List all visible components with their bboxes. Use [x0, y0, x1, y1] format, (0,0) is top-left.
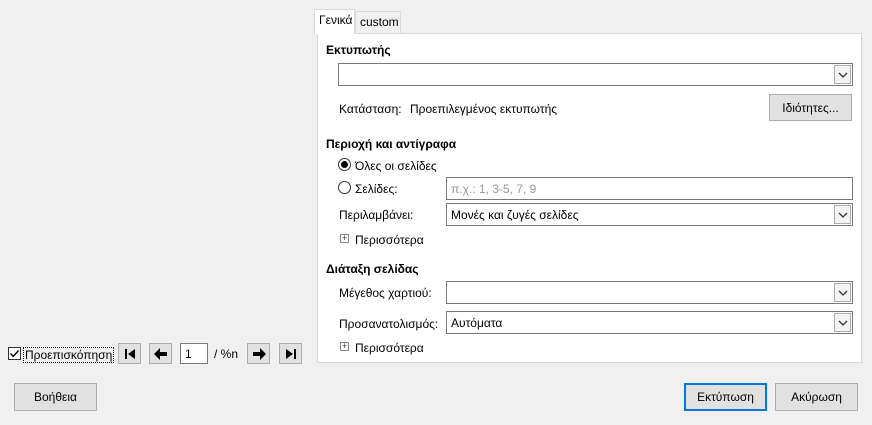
arrow-left-icon [153, 347, 167, 360]
paper-size-label: Μέγεθος χαρτιού: [339, 286, 432, 300]
first-page-icon [124, 348, 135, 359]
chevron-down-icon [834, 65, 851, 84]
last-page-button[interactable] [279, 343, 302, 364]
all-pages-label: Όλες οι σελίδες [355, 159, 437, 173]
pages-input[interactable]: π.χ.: 1, 3-5, 7, 9 [446, 177, 853, 200]
includes-label: Περιλαμβάνει: [339, 208, 414, 222]
orientation-select-value: Αυτόματα [451, 316, 503, 330]
preview-checkbox[interactable] [8, 347, 21, 360]
range-section-title: Περιοχή και αντίγραφα [326, 137, 457, 151]
tab-custom-label: custom [360, 15, 399, 29]
range-more-label[interactable]: Περισσότερα [355, 233, 424, 247]
first-page-button[interactable] [118, 343, 141, 364]
print-button[interactable]: Εκτύπωση [684, 383, 767, 411]
printer-select[interactable] [338, 63, 853, 86]
orientation-label: Προσανατολισμός: [339, 317, 439, 331]
help-button[interactable]: Βοήθεια [14, 383, 97, 411]
expand-plus-icon[interactable]: + [340, 234, 349, 243]
includes-select-value: Μονές και ζυγές σελίδες [451, 208, 579, 222]
cancel-button-label: Ακύρωση [791, 390, 842, 404]
page-total-label: / %n [214, 347, 239, 361]
pages-label: Σελίδες: [355, 182, 398, 196]
expand-plus-icon[interactable]: + [340, 342, 349, 351]
tab-general-label: Γενικά [319, 13, 353, 27]
tab-general[interactable]: Γενικά [314, 9, 355, 34]
orientation-select[interactable]: Αυτόματα [446, 311, 853, 334]
printer-status-label: Κατάσταση: [339, 102, 402, 116]
pages-input-placeholder: π.χ.: 1, 3-5, 7, 9 [451, 182, 537, 196]
preview-label[interactable]: Προεπισκόπηση [23, 347, 115, 363]
layout-more-label[interactable]: Περισσότερα [355, 341, 424, 355]
includes-select[interactable]: Μονές και ζυγές σελίδες [446, 203, 853, 226]
page-number-input[interactable]: 1 [180, 343, 208, 364]
layout-section-title: Διάταξη σελίδας [326, 262, 419, 276]
printer-section-title: Εκτυπωτής [326, 43, 391, 57]
last-page-icon [285, 348, 296, 359]
paper-size-select[interactable] [446, 281, 853, 304]
chevron-down-icon [834, 283, 851, 302]
printer-status-value: Προεπιλεγμένος εκτυπωτής [410, 102, 558, 116]
next-page-button[interactable] [247, 343, 270, 364]
help-button-label: Βοήθεια [34, 390, 77, 404]
print-button-label: Εκτύπωση [697, 390, 754, 404]
pages-radio[interactable] [338, 181, 351, 194]
properties-button[interactable]: Ιδιότητες... [769, 94, 852, 121]
properties-button-label: Ιδιότητες... [782, 100, 839, 115]
previous-page-button[interactable] [149, 343, 172, 364]
page-number-value: 1 [185, 347, 192, 361]
chevron-down-icon [834, 313, 851, 332]
tab-custom[interactable]: custom [355, 11, 401, 33]
chevron-down-icon [834, 205, 851, 224]
all-pages-radio[interactable] [338, 158, 351, 171]
cancel-button[interactable]: Ακύρωση [775, 383, 858, 411]
arrow-right-icon [252, 347, 266, 360]
